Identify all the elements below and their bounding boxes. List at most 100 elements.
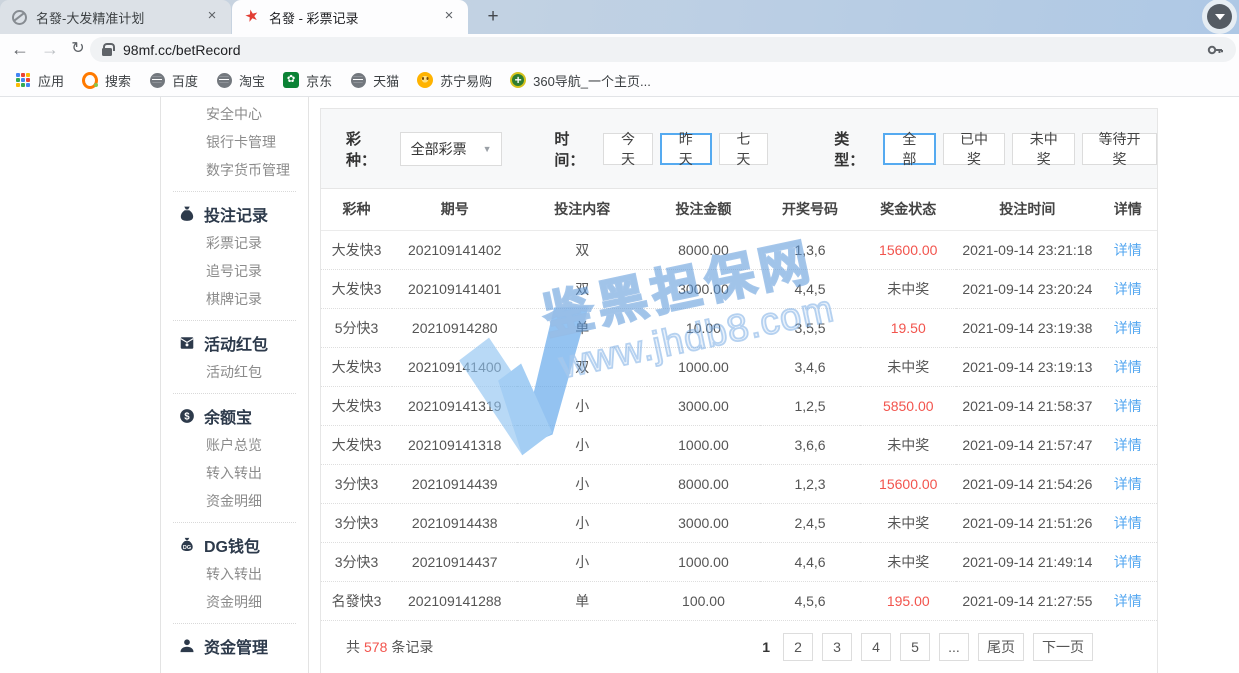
back-icon[interactable]: ← bbox=[8, 34, 32, 64]
bet-amount: 3000.00 bbox=[647, 269, 760, 308]
jd-icon: ✿ bbox=[283, 72, 299, 88]
bookmark-item[interactable]: 搜索 bbox=[73, 68, 140, 93]
lottery-name-link[interactable]: 大发快3 bbox=[321, 425, 392, 464]
detail-link[interactable]: 详情 bbox=[1114, 515, 1142, 531]
issue-number: 20210914280 bbox=[392, 308, 517, 347]
close-tab-icon[interactable]: × bbox=[440, 8, 458, 26]
detail-link[interactable]: 详情 bbox=[1114, 242, 1142, 258]
detail-link[interactable]: 详情 bbox=[1114, 554, 1142, 570]
issue-number: 20210914438 bbox=[392, 503, 517, 542]
mf-logo-icon bbox=[12, 10, 27, 25]
table-row: 名發快3202109141288单100.004,5,6195.002021-0… bbox=[321, 581, 1157, 620]
bookmark-item[interactable]: 应用 bbox=[6, 68, 73, 93]
page-button-3[interactable]: 3 bbox=[822, 633, 852, 661]
bet-time: 2021-09-14 23:19:13 bbox=[956, 347, 1098, 386]
url-text[interactable]: 98mf.cc/betRecord bbox=[123, 42, 241, 58]
table-row: 大发快3202109141400双1000.003,4,6未中奖2021-09-… bbox=[321, 347, 1157, 386]
table-row: 大发快3202109141318小1000.003,6,6未中奖2021-09-… bbox=[321, 425, 1157, 464]
draw-numbers: 1,2,5 bbox=[760, 386, 860, 425]
bookmark-label: 淘宝 bbox=[239, 71, 265, 90]
refresh-icon[interactable]: ↻ bbox=[66, 34, 90, 64]
detail-link[interactable]: 详情 bbox=[1114, 476, 1142, 492]
type-filter-button-已中奖[interactable]: 已中奖 bbox=[943, 133, 1006, 165]
sidebar-item-资金明细[interactable]: 资金明细 bbox=[161, 487, 308, 515]
type-filter-button-未中奖[interactable]: 未中奖 bbox=[1012, 133, 1075, 165]
sidebar-item-追号记录[interactable]: 追号记录 bbox=[161, 257, 308, 285]
svg-text:$: $ bbox=[184, 412, 190, 423]
sidebar-item-彩票记录[interactable]: 彩票记录 bbox=[161, 229, 308, 257]
time-filter-button-今天[interactable]: 今天 bbox=[603, 133, 653, 165]
page-button-4[interactable]: 4 bbox=[861, 633, 891, 661]
lottery-name-link[interactable]: 3分快3 bbox=[321, 464, 392, 503]
lottery-select[interactable]: 全部彩票 ▼ bbox=[400, 132, 502, 166]
lottery-name-link[interactable]: 3分快3 bbox=[321, 542, 392, 581]
sidebar-item-账户总览[interactable]: 账户总览 bbox=[161, 431, 308, 459]
prize-status: 19.50 bbox=[860, 308, 956, 347]
bookmark-item[interactable]: 360导航_一个主页... bbox=[501, 68, 660, 93]
browser-tab[interactable]: 名發 - 彩票记录× bbox=[232, 0, 468, 34]
detail-link[interactable]: 详情 bbox=[1114, 320, 1142, 336]
tab-search-caret-icon[interactable] bbox=[1207, 4, 1232, 29]
lottery-name-link[interactable]: 大发快3 bbox=[321, 230, 392, 269]
page-ellipsis-button[interactable]: ... bbox=[939, 633, 969, 661]
sidebar-section-label: 余额宝 bbox=[204, 404, 252, 428]
page-button-5[interactable]: 5 bbox=[900, 633, 930, 661]
detail-link[interactable]: 详情 bbox=[1114, 593, 1142, 609]
bet-content: 双 bbox=[517, 347, 647, 386]
detail-link[interactable]: 详情 bbox=[1114, 398, 1142, 414]
close-tab-icon[interactable]: × bbox=[203, 8, 221, 26]
column-header: 期号 bbox=[392, 189, 517, 230]
bet-time: 2021-09-14 21:27:55 bbox=[956, 581, 1098, 620]
column-header: 投注时间 bbox=[956, 189, 1098, 230]
key-icon[interactable] bbox=[1206, 41, 1224, 59]
address-bar[interactable]: 98mf.cc/betRecord bbox=[90, 37, 1236, 62]
sidebar-item-资金明细[interactable]: 资金明细 bbox=[161, 588, 308, 616]
draw-numbers: 1,3,6 bbox=[760, 230, 860, 269]
lottery-name-link[interactable]: 5分快3 bbox=[321, 308, 392, 347]
browser-tab[interactable]: 名發-大发精准计划× bbox=[0, 0, 231, 34]
content-panel: 彩种： 全部彩票 ▼ 时间： 今天昨天七天 类型： 全部已中奖未中奖等待开奖 彩… bbox=[320, 108, 1158, 673]
tab-title: 名發-大发精准计划 bbox=[36, 8, 203, 27]
bookmark-item[interactable]: 天猫 bbox=[341, 68, 408, 93]
bookmark-item[interactable]: ✿京东 bbox=[274, 68, 341, 93]
type-filter-button-全部[interactable]: 全部 bbox=[883, 133, 935, 165]
sidebar-item-数字货币管理[interactable]: 数字货币管理 bbox=[161, 156, 308, 184]
detail-link[interactable]: 详情 bbox=[1114, 281, 1142, 297]
draw-numbers: 4,5,6 bbox=[760, 581, 860, 620]
lottery-name-link[interactable]: 大发快3 bbox=[321, 386, 392, 425]
forward-icon[interactable]: → bbox=[38, 34, 62, 64]
bookmark-label: 苏宁易购 bbox=[440, 71, 492, 90]
page-button-2[interactable]: 2 bbox=[783, 633, 813, 661]
svg-text:DG: DG bbox=[183, 545, 191, 551]
sidebar-item-棋牌记录[interactable]: 棋牌记录 bbox=[161, 285, 308, 313]
lottery-name-link[interactable]: 大发快3 bbox=[321, 347, 392, 386]
time-filter-button-昨天[interactable]: 昨天 bbox=[660, 133, 712, 165]
type-filter-button-等待开奖[interactable]: 等待开奖 bbox=[1082, 133, 1157, 165]
sidebar-item-活动红包[interactable]: 活动红包 bbox=[161, 358, 308, 386]
sidebar-item-安全中心[interactable]: 安全中心 bbox=[161, 100, 308, 128]
bookmark-item[interactable]: 苏宁易购 bbox=[408, 68, 501, 93]
detail-cell: 详情 bbox=[1098, 230, 1157, 269]
new-tab-button[interactable]: + bbox=[480, 5, 506, 31]
lottery-select-value: 全部彩票 bbox=[411, 139, 467, 159]
sidebar-section-余额宝: $ 余额宝 bbox=[161, 401, 308, 431]
globe-icon bbox=[149, 72, 165, 88]
issue-number: 202109141319 bbox=[392, 386, 517, 425]
red-star-icon bbox=[244, 9, 260, 25]
lock-icon[interactable] bbox=[102, 48, 112, 56]
sidebar-item-转入转出[interactable]: 转入转出 bbox=[161, 560, 308, 588]
lottery-name-link[interactable]: 大发快3 bbox=[321, 269, 392, 308]
time-filter-button-七天[interactable]: 七天 bbox=[719, 133, 769, 165]
lottery-name-link[interactable]: 名發快3 bbox=[321, 581, 392, 620]
sidebar-section-活动红包: 活动红包 bbox=[161, 328, 308, 358]
detail-link[interactable]: 详情 bbox=[1114, 437, 1142, 453]
lottery-name-link[interactable]: 3分快3 bbox=[321, 503, 392, 542]
bookmark-label: 应用 bbox=[38, 71, 64, 90]
bookmark-item[interactable]: 淘宝 bbox=[207, 68, 274, 93]
detail-link[interactable]: 详情 bbox=[1114, 359, 1142, 375]
last-page-button[interactable]: 尾页 bbox=[978, 633, 1024, 661]
next-page-button[interactable]: 下一页 bbox=[1033, 633, 1093, 661]
sidebar-item-银行卡管理[interactable]: 银行卡管理 bbox=[161, 128, 308, 156]
sidebar-item-转入转出[interactable]: 转入转出 bbox=[161, 459, 308, 487]
bookmark-item[interactable]: 百度 bbox=[140, 68, 207, 93]
